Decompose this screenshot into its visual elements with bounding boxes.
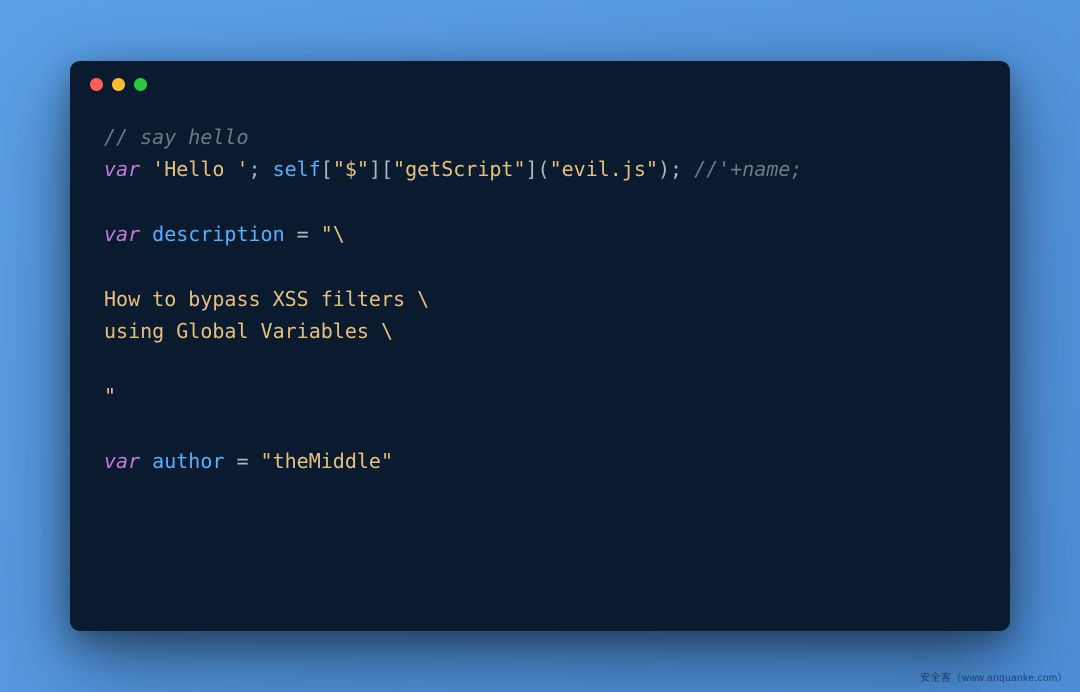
code-punct: ]( [525, 157, 549, 181]
code-keyword: var [104, 222, 140, 246]
code-punct: [ [321, 157, 333, 181]
code-string: " [104, 384, 116, 408]
maximize-icon[interactable] [134, 78, 147, 91]
watermark: 安全客（www.anquanke.com） [920, 669, 1068, 684]
code-keyword: var [104, 449, 140, 473]
window-titlebar [70, 61, 1010, 107]
close-icon[interactable] [90, 78, 103, 91]
code-string: "\ [321, 222, 345, 246]
code-string: 'Hello ' [152, 157, 248, 181]
code-ident: self [273, 157, 321, 181]
code-string: "evil.js" [550, 157, 658, 181]
code-punct: = [285, 222, 321, 246]
minimize-icon[interactable] [112, 78, 125, 91]
code-string: "getScript" [393, 157, 525, 181]
code-string: using Global Variables \ [104, 319, 393, 343]
code-string: "$" [333, 157, 369, 181]
code-block: // say hello var 'Hello '; self["$"]["ge… [70, 107, 1010, 477]
code-window: // say hello var 'Hello '; self["$"]["ge… [70, 61, 1010, 631]
code-ident: description [152, 222, 284, 246]
code-string: How to bypass XSS filters \ [104, 287, 429, 311]
code-punct: ][ [369, 157, 393, 181]
code-punct: ; [249, 157, 273, 181]
code-punct: ); [658, 157, 694, 181]
code-string: "theMiddle" [261, 449, 393, 473]
code-ident: author [152, 449, 224, 473]
code-punct: = [224, 449, 260, 473]
code-comment: //'+name; [694, 157, 802, 181]
code-keyword: var [104, 157, 140, 181]
code-comment: // say hello [104, 125, 249, 149]
